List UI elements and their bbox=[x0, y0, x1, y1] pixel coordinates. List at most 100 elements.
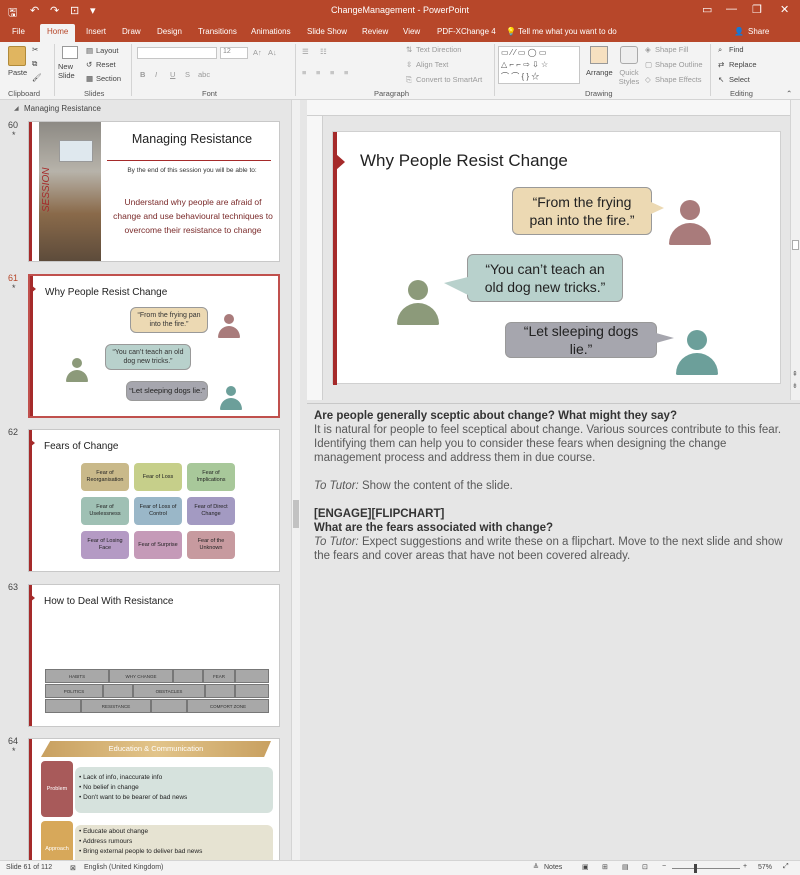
font-family-dropdown[interactable] bbox=[137, 47, 217, 59]
tab-view[interactable]: View bbox=[403, 27, 420, 36]
tab-slideshow[interactable]: Slide Show bbox=[307, 27, 347, 36]
zoom-slider[interactable] bbox=[672, 868, 740, 869]
collapse-ribbon-icon[interactable]: ⌃ bbox=[786, 89, 792, 98]
tab-pdfxchange[interactable]: PDF-XChange 4 bbox=[437, 27, 496, 36]
tab-draw[interactable]: Draw bbox=[122, 27, 141, 36]
quote-bubble-3[interactable]: “Let sleeping dogs lie.” bbox=[505, 322, 674, 358]
tab-insert[interactable]: Insert bbox=[86, 27, 106, 36]
align-text-button[interactable]: Align Text bbox=[416, 60, 448, 69]
shape-fill-button[interactable]: Shape Fill bbox=[655, 45, 688, 54]
format-painter-icon[interactable]: 🖌 bbox=[32, 73, 42, 82]
slide-thumbnail-62[interactable]: Fears of Change Fear of Reorganisation F… bbox=[28, 429, 280, 572]
italic-button[interactable]: I bbox=[155, 70, 157, 79]
shape-effects-button[interactable]: Shape Effects bbox=[655, 75, 702, 84]
close-button[interactable]: ✕ bbox=[780, 3, 789, 16]
cut-icon[interactable]: ✂ bbox=[32, 45, 38, 54]
group-paragraph-label: Paragraph bbox=[374, 89, 410, 98]
zoom-in-button[interactable]: + bbox=[743, 863, 747, 870]
slide-thumbnail-63[interactable]: How to Deal With Resistance HABITS WHY C… bbox=[28, 584, 280, 727]
shape-outline-icon: ▢ bbox=[645, 60, 653, 69]
transition-star-icon: * bbox=[12, 130, 16, 140]
zoom-slider-thumb[interactable] bbox=[694, 864, 697, 873]
section-collapse-icon[interactable]: ◢ bbox=[14, 105, 19, 112]
section-button[interactable]: Section bbox=[96, 74, 121, 83]
new-slide-icon[interactable] bbox=[62, 46, 78, 59]
quick-styles-button[interactable]: Quick Styles bbox=[616, 68, 642, 86]
zoom-out-button[interactable]: − bbox=[662, 863, 666, 870]
quote-bubble-2[interactable]: “You can’t teach an old dog new tricks.” bbox=[444, 254, 623, 302]
fear-box: Fear of Direct Change bbox=[187, 497, 235, 525]
tab-transitions[interactable]: Transitions bbox=[198, 27, 237, 36]
group-font-label: Font bbox=[202, 89, 218, 98]
grow-font-icon[interactable]: A↑ bbox=[253, 48, 262, 57]
find-button[interactable]: Find bbox=[729, 45, 744, 54]
zoom-level[interactable]: 57% bbox=[758, 864, 772, 871]
thumbnails-scrollbar[interactable] bbox=[291, 100, 300, 860]
slide-counter[interactable]: Slide 61 of 112 bbox=[6, 864, 52, 871]
tab-design[interactable]: Design bbox=[157, 27, 182, 36]
align-center-icon[interactable]: ≡ bbox=[316, 68, 320, 77]
tell-me-search[interactable]: Tell me what you want to do bbox=[518, 27, 617, 36]
normal-view-icon[interactable]: ▣ bbox=[582, 863, 589, 871]
copy-icon[interactable]: ⧉ bbox=[32, 59, 37, 69]
shadow-button[interactable]: abc bbox=[198, 70, 210, 79]
fear-box: Fear of the Unknown bbox=[187, 531, 235, 559]
layout-button[interactable]: Layout bbox=[96, 46, 119, 55]
group-drawing-label: Drawing bbox=[585, 89, 613, 98]
ribbon-display-icon[interactable]: ▭ bbox=[702, 3, 712, 16]
new-slide-button[interactable]: New Slide bbox=[58, 62, 84, 80]
select-button[interactable]: Select bbox=[729, 75, 750, 84]
bullets-icon[interactable]: ☰ bbox=[302, 47, 309, 56]
justify-icon[interactable]: ≡ bbox=[344, 68, 348, 77]
underline-button[interactable]: U bbox=[170, 70, 175, 79]
slide-sorter-icon[interactable]: ⊞ bbox=[602, 863, 608, 871]
scrollbar-thumb[interactable] bbox=[293, 500, 299, 528]
strikethrough-button[interactable]: S bbox=[185, 70, 190, 79]
quick-styles-icon[interactable] bbox=[620, 46, 638, 64]
convert-smartart-button[interactable]: Convert to SmartArt bbox=[416, 75, 482, 84]
slide-scrollbar[interactable]: ⇞ ⇟ bbox=[790, 100, 800, 400]
replace-button[interactable]: Replace bbox=[729, 60, 757, 69]
numbering-icon[interactable]: ☷ bbox=[320, 47, 327, 56]
align-left-icon[interactable]: ≡ bbox=[302, 68, 306, 77]
shrink-font-icon[interactable]: A↓ bbox=[268, 48, 277, 57]
shape-outline-button[interactable]: Shape Outline bbox=[655, 60, 703, 69]
slide-canvas[interactable]: Why People Resist Change “From the fryin… bbox=[332, 131, 781, 385]
reading-view-icon[interactable]: ▤ bbox=[622, 863, 629, 871]
notes-icon: ≜ bbox=[533, 864, 539, 871]
tab-home[interactable]: Home bbox=[40, 24, 76, 42]
window-title: ChangeManagement - PowerPoint bbox=[330, 5, 470, 15]
arrange-icon[interactable] bbox=[590, 46, 608, 64]
notes-pane[interactable]: Are people generally sceptic about chang… bbox=[307, 403, 800, 860]
quote-bubble-1[interactable]: “From the frying pan into the fire.” bbox=[512, 187, 664, 235]
notes-tutor-1: To Tutor: Show the content of the slide. bbox=[314, 480, 513, 492]
prev-slide-icon[interactable]: ⇞ bbox=[792, 370, 798, 378]
align-right-icon[interactable]: ≡ bbox=[330, 68, 334, 77]
language-indicator[interactable]: English (United Kingdom) bbox=[84, 864, 163, 871]
slideshow-icon[interactable]: ⊡ bbox=[642, 863, 648, 871]
share-button[interactable]: Share bbox=[748, 27, 769, 36]
next-slide-icon[interactable]: ⇟ bbox=[792, 382, 798, 390]
arrange-button[interactable]: Arrange bbox=[586, 68, 613, 77]
restore-button[interactable]: ❐ bbox=[752, 3, 762, 16]
minimize-button[interactable]: — bbox=[726, 3, 737, 15]
tab-animations[interactable]: Animations bbox=[251, 27, 291, 36]
text-direction-button[interactable]: Text Direction bbox=[416, 45, 461, 54]
paste-icon[interactable] bbox=[8, 46, 26, 66]
spelling-icon[interactable]: ⊠ bbox=[70, 864, 76, 872]
slide-title[interactable]: Why People Resist Change bbox=[360, 151, 568, 171]
slide-thumbnail-61[interactable]: Why People Resist Change “From the fryin… bbox=[28, 274, 280, 418]
bold-button[interactable]: B bbox=[140, 70, 145, 79]
slide-thumbnail-64[interactable]: Education & Communication Problem • Lack… bbox=[28, 738, 280, 860]
slide-thumbnail-60[interactable]: SESSION Managing Resistance By the end o… bbox=[28, 121, 280, 262]
font-size-dropdown[interactable]: 12 bbox=[220, 47, 248, 59]
section-header[interactable]: Managing Resistance bbox=[24, 104, 101, 113]
fit-slide-icon[interactable]: ⤢ bbox=[783, 863, 789, 871]
shapes-gallery[interactable]: ▭ ⁄ ⁄ ▭ ◯ ▭ △ ⌐ ⌐ ⇨ ⇩ ☆ ⌒ ⌒ { } ☆ bbox=[498, 46, 580, 84]
scrollbar-thumb[interactable] bbox=[792, 240, 799, 250]
reset-button[interactable]: Reset bbox=[96, 60, 116, 69]
notes-button[interactable]: Notes bbox=[544, 864, 562, 871]
tab-review[interactable]: Review bbox=[362, 27, 388, 36]
paste-button[interactable]: Paste bbox=[8, 68, 27, 77]
tab-file[interactable]: File bbox=[12, 27, 25, 36]
